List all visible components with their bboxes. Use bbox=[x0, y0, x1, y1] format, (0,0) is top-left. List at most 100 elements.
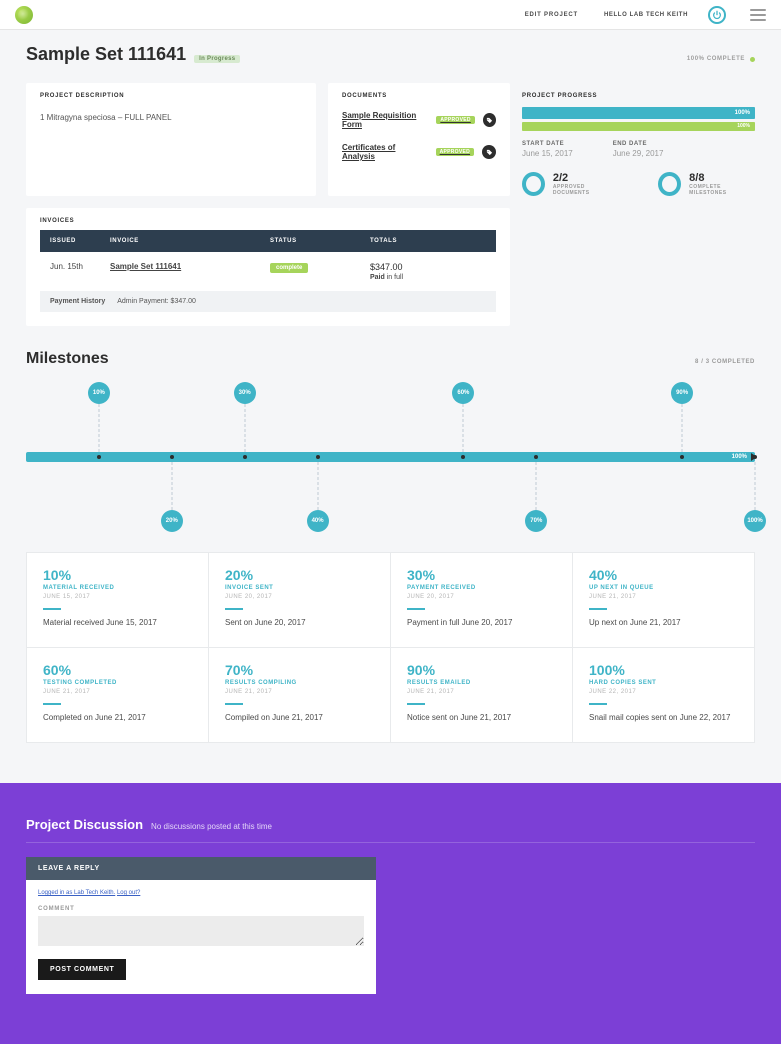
tag-icon[interactable] bbox=[483, 113, 496, 127]
milestone-card: 30% PAYMENT RECEIVED JUNE 20, 2017 Payme… bbox=[391, 553, 572, 647]
invoice-amount: $347.00 bbox=[370, 262, 486, 272]
ring-icon bbox=[658, 172, 681, 196]
timeline-tick bbox=[97, 455, 101, 459]
milestone-card: 90% RESULTS EMAILED JUNE 21, 2017 Notice… bbox=[391, 648, 572, 742]
timeline-bubble[interactable]: 70% bbox=[525, 510, 547, 532]
timeline-bubble[interactable]: 30% bbox=[234, 382, 256, 404]
milestone-desc: Sent on June 20, 2017 bbox=[225, 618, 374, 627]
document-row: Sample Requisition Form APPROVED bbox=[328, 105, 510, 137]
document-link[interactable]: Sample Requisition Form bbox=[342, 111, 430, 129]
timeline-tick bbox=[680, 455, 684, 459]
timeline-bubble[interactable]: 10% bbox=[88, 382, 110, 404]
discussion-subtitle: No discussions posted at this time bbox=[151, 822, 272, 831]
page-title: Sample Set 111641 bbox=[26, 44, 186, 65]
approved-docs-stat: 2/2 APPROVED DOCUMENTS bbox=[522, 172, 618, 196]
timeline-bubble[interactable]: 60% bbox=[452, 382, 474, 404]
description-body: 1 Mitragyna speciosa – FULL PANEL bbox=[26, 105, 316, 152]
milestone-card: 20% INVOICE SENT JUNE 20, 2017 Sent on J… bbox=[209, 553, 390, 647]
milestone-date: JUNE 22, 2017 bbox=[589, 689, 738, 695]
progress-bar-green: 100% bbox=[522, 122, 755, 131]
milestone-desc: Notice sent on June 21, 2017 bbox=[407, 713, 556, 722]
invoices-card: INVOICES ISSUED INVOICE STATUS TOTALS Ju… bbox=[26, 208, 510, 326]
discussion-title: Project Discussion bbox=[26, 817, 143, 832]
milestone-desc: Payment in full June 20, 2017 bbox=[407, 618, 556, 627]
complete-dot-icon bbox=[750, 57, 755, 62]
milestone-name: TESTING COMPLETED bbox=[43, 680, 192, 686]
milestone-card: 60% TESTING COMPLETED JUNE 21, 2017 Comp… bbox=[27, 648, 208, 742]
milestones-title: Milestones bbox=[26, 350, 109, 368]
progress-header: PROJECT PROGRESS bbox=[522, 93, 755, 107]
milestone-name: INVOICE SENT bbox=[225, 585, 374, 591]
milestone-name: PAYMENT RECEIVED bbox=[407, 585, 556, 591]
milestone-name: HARD COPIES SENT bbox=[589, 680, 738, 686]
milestone-date: JUNE 15, 2017 bbox=[43, 594, 192, 600]
milestone-date: JUNE 21, 2017 bbox=[225, 689, 374, 695]
project-discussion-section: Project Discussion No discussions posted… bbox=[0, 783, 781, 1044]
documents-header: DOCUMENTS bbox=[328, 83, 510, 105]
post-comment-button[interactable]: POST COMMENT bbox=[38, 959, 126, 980]
complete-label: 100% COMPLETE bbox=[687, 56, 755, 62]
invoice-paid: Paid in full bbox=[370, 274, 486, 281]
tag-icon[interactable] bbox=[482, 145, 496, 159]
invoices-header: INVOICES bbox=[26, 208, 510, 230]
complete-milestones-stat: 8/8 COMPLETE MILESTONES bbox=[658, 172, 755, 196]
milestone-desc: Snail mail copies sent on June 22, 2017 bbox=[589, 713, 738, 722]
description-header: PROJECT DESCRIPTION bbox=[26, 83, 316, 105]
logout-link[interactable]: Log out? bbox=[117, 890, 140, 896]
milestone-pct: 40% bbox=[589, 567, 738, 583]
project-progress-panel: PROJECT PROGRESS 100% 100% START DATE Ju… bbox=[522, 83, 755, 196]
milestone-card: 10% MATERIAL RECEIVED JUNE 15, 2017 Mate… bbox=[27, 553, 208, 647]
milestone-desc: Compiled on June 21, 2017 bbox=[225, 713, 374, 722]
milestone-name: MATERIAL RECEIVED bbox=[43, 585, 192, 591]
payment-history-row: Payment History Admin Payment: $347.00 bbox=[40, 291, 496, 312]
end-date-block: END DATE June 29, 2017 bbox=[613, 141, 664, 158]
logo-icon[interactable] bbox=[15, 6, 33, 24]
ring-icon bbox=[522, 172, 545, 196]
milestone-card: 70% RESULTS COMPILING JUNE 21, 2017 Comp… bbox=[209, 648, 390, 742]
document-status-badge: APPROVED bbox=[436, 116, 474, 124]
timeline-tick bbox=[170, 455, 174, 459]
comment-label: COMMENT bbox=[38, 906, 364, 912]
milestone-date: JUNE 20, 2017 bbox=[407, 594, 556, 600]
status-badge: In Progress bbox=[194, 55, 240, 63]
milestone-pct: 70% bbox=[225, 662, 374, 678]
invoices-table-header: ISSUED INVOICE STATUS TOTALS bbox=[40, 230, 496, 252]
invoice-status-chip: complete bbox=[270, 263, 308, 273]
milestone-card: 100% HARD COPIES SENT JUNE 22, 2017 Snai… bbox=[573, 648, 754, 742]
milestone-pct: 30% bbox=[407, 567, 556, 583]
progress-bar-blue: 100% bbox=[522, 107, 755, 119]
logged-in-as-link[interactable]: Logged in as Lab Tech Keith. bbox=[38, 890, 115, 896]
timeline-tick bbox=[243, 455, 247, 459]
document-link[interactable]: Certificates of Analysis bbox=[342, 143, 430, 161]
timeline-bubble[interactable]: 40% bbox=[307, 510, 329, 532]
milestone-desc: Completed on June 21, 2017 bbox=[43, 713, 192, 722]
milestone-name: RESULTS EMAILED bbox=[407, 680, 556, 686]
milestone-desc: Up next on June 21, 2017 bbox=[589, 618, 738, 627]
timeline-tick bbox=[753, 455, 757, 459]
timeline-bubble[interactable]: 90% bbox=[671, 382, 693, 404]
project-description-card: PROJECT DESCRIPTION 1 Mitragyna speciosa… bbox=[26, 83, 316, 196]
invoice-link[interactable]: Sample Set 111641 bbox=[110, 262, 181, 271]
start-date-block: START DATE June 15, 2017 bbox=[522, 141, 573, 158]
top-bar: EDIT PROJECT HELLO LAB TECH KEITH bbox=[0, 0, 781, 30]
milestone-date: JUNE 21, 2017 bbox=[589, 594, 738, 600]
milestone-card: 40% UP NEXT IN QUEUE JUNE 21, 2017 Up ne… bbox=[573, 553, 754, 647]
timeline-bubble[interactable]: 100% bbox=[744, 510, 766, 532]
documents-card: DOCUMENTS Sample Requisition Form APPROV… bbox=[328, 83, 510, 196]
invoice-row: Jun. 15th Sample Set 111641 complete $34… bbox=[40, 252, 496, 291]
milestone-pct: 90% bbox=[407, 662, 556, 678]
milestone-pct: 10% bbox=[43, 567, 192, 583]
hello-label: HELLO LAB TECH KEITH bbox=[604, 12, 688, 18]
milestones-timeline: 100% 10%30%60%90%20%40%70%100% bbox=[26, 382, 755, 532]
menu-icon[interactable] bbox=[750, 9, 766, 21]
milestone-name: UP NEXT IN QUEUE bbox=[589, 585, 738, 591]
milestone-pct: 100% bbox=[589, 662, 738, 678]
timeline-tick bbox=[534, 455, 538, 459]
edit-project-link[interactable]: EDIT PROJECT bbox=[525, 12, 578, 18]
timeline-bubble[interactable]: 20% bbox=[161, 510, 183, 532]
milestones-grid: 10% MATERIAL RECEIVED JUNE 15, 2017 Mate… bbox=[26, 552, 755, 743]
power-icon[interactable] bbox=[708, 6, 726, 24]
milestone-desc: Material received June 15, 2017 bbox=[43, 618, 192, 627]
invoice-issued: Jun. 15th bbox=[50, 262, 110, 271]
comment-textarea[interactable] bbox=[38, 916, 364, 946]
